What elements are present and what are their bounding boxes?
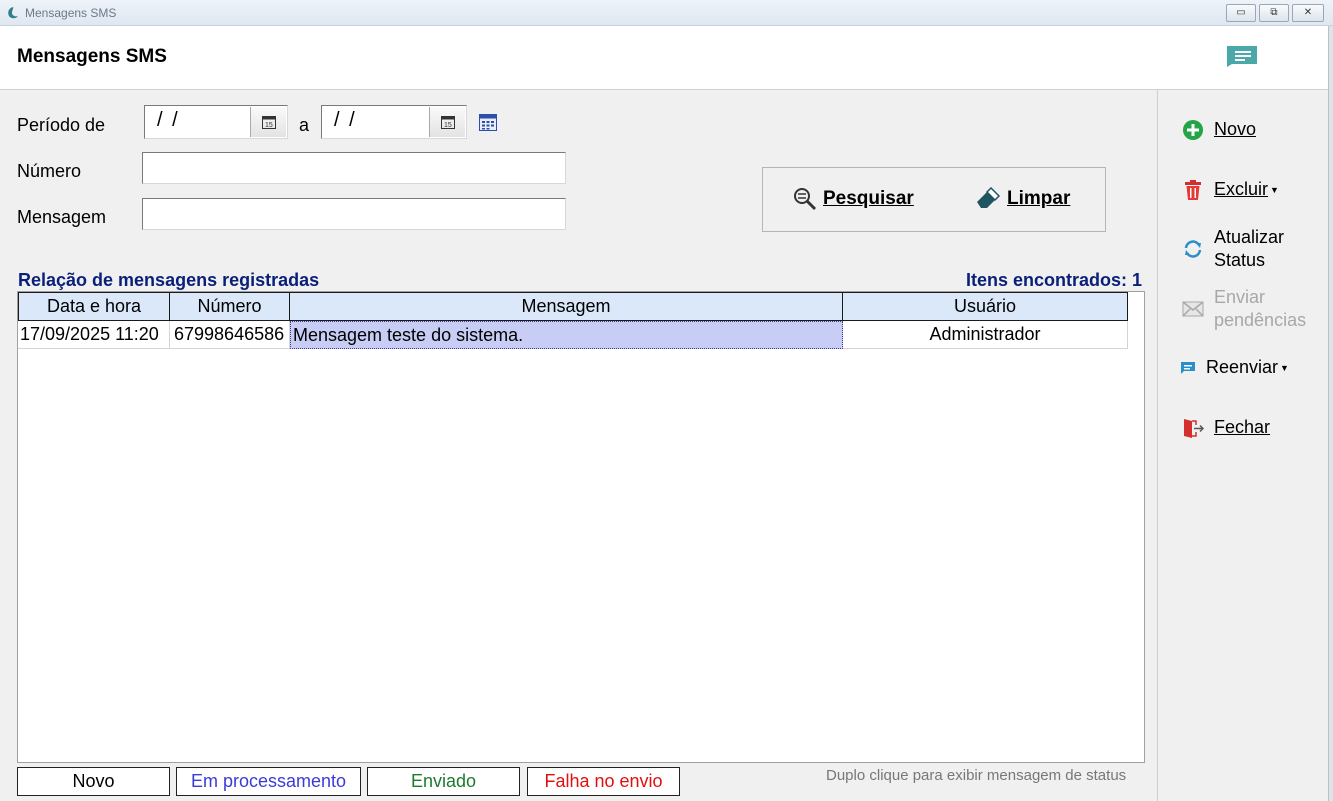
sidebar-close-button[interactable]: Fechar [1182,416,1270,439]
page-header: Mensagens SMS [0,26,1328,90]
window-title: Mensagens SMS [25,6,117,20]
minimize-button[interactable]: ▭ [1226,4,1256,22]
period-label: Período de [17,115,106,135]
trash-icon [1185,180,1201,200]
close-window-button[interactable]: ✕ [1292,4,1324,22]
actions-sidebar: Novo Excluir ▼ Atualizar Status Enviar pend… [1157,90,1328,801]
calendar-icon: 15 [262,116,276,129]
period-from-value: / / [157,109,180,131]
date-range-picker-icon[interactable] [479,114,497,131]
eraser-icon [977,187,1001,208]
column-header-user[interactable]: Usuário [843,292,1128,321]
period-from-calendar-button[interactable]: 15 [250,107,286,137]
legend-failed: Falha no envio [527,767,680,796]
cell-number[interactable]: 67998646586 [170,321,290,349]
sidebar-new-label: Novo [1214,119,1257,139]
search-button-label: Pesquisar [823,188,914,209]
period-to-field[interactable]: / / 15 [321,105,467,139]
cell-datetime[interactable]: 17/09/2025 11:20 [18,321,170,349]
calendar-icon: 15 [441,116,455,129]
number-input[interactable] [142,152,566,184]
period-separator: a [299,115,310,135]
maximize-button[interactable]: ⧉ [1259,4,1289,22]
cell-user[interactable]: Administrador [843,321,1128,349]
chevron-down-icon: ▼ [1270,184,1279,195]
sidebar-delete-button[interactable]: Excluir ▼ [1182,178,1279,202]
legend-processing: Em processamento [176,767,361,796]
sidebar-update-status-label-1: Atualizar [1214,227,1285,247]
message-label: Mensagem [17,207,107,227]
svg-text:15: 15 [265,122,273,129]
legend-sent: Enviado [367,767,520,796]
svg-text:15: 15 [444,122,452,129]
number-label: Número [17,161,82,181]
refresh-icon [1184,240,1202,258]
search-button[interactable]: Pesquisar [793,187,914,211]
period-to-calendar-button[interactable]: 15 [429,107,465,137]
sidebar-send-pending-label-2: pendências [1214,310,1307,330]
search-icon [794,188,817,211]
sidebar-resend-label: Reenviar [1206,357,1279,377]
clear-button[interactable]: Limpar [975,187,1070,211]
app-logo-icon [8,7,18,19]
items-found-count: Itens encontrados: 1 [965,270,1142,290]
add-icon [1183,120,1203,140]
sms-message-icon [1227,46,1257,67]
window-titlebar: Mensagens SMS ▭ ⧉ ✕ [0,0,1333,26]
window-right-edge [1328,26,1333,801]
envelope-icon [1182,301,1204,317]
sidebar-send-pending-label-1: Enviar [1214,287,1266,307]
table-row[interactable]: 17/09/2025 11:20 67998646586 Mensagem te… [18,321,1128,349]
sidebar-close-label: Fechar [1214,417,1271,437]
sidebar-update-status-label-2: Status [1214,250,1266,270]
sidebar-send-pending-button[interactable]: Enviar pendências [1182,286,1306,332]
period-to-value: / / [334,109,357,131]
period-from-field[interactable]: / / 15 [144,105,288,139]
chevron-down-icon: ▼ [1280,362,1289,373]
sidebar-resend-button[interactable]: Reenviar ▼ [1180,356,1289,380]
messages-table[interactable]: Data e hora Número Mensagem Usuário 17/0… [17,291,1145,763]
sidebar-update-status-button[interactable]: Atualizar Status [1182,226,1284,272]
list-title: Relação de mensagens registradas [18,270,320,290]
status-hint: Duplo clique para exibir mensagem de sta… [826,767,1127,784]
sidebar-new-button[interactable]: Novo [1182,118,1256,141]
sidebar-delete-label: Excluir [1214,179,1269,199]
message-input[interactable] [142,198,566,230]
column-header-number[interactable]: Número [170,292,290,321]
cell-message[interactable]: Mensagem teste do sistema. [290,321,843,349]
message-icon [1181,362,1195,374]
table-header: Data e hora Número Mensagem Usuário [18,292,1128,321]
legend-new: Novo [17,767,170,796]
exit-door-icon [1184,419,1204,438]
column-header-datetime[interactable]: Data e hora [18,292,170,321]
search-actions-panel: Pesquisar Limpar [762,167,1106,232]
column-header-message[interactable]: Mensagem [290,292,843,321]
clear-button-label: Limpar [1007,188,1071,209]
page-title: Mensagens SMS [17,46,167,67]
